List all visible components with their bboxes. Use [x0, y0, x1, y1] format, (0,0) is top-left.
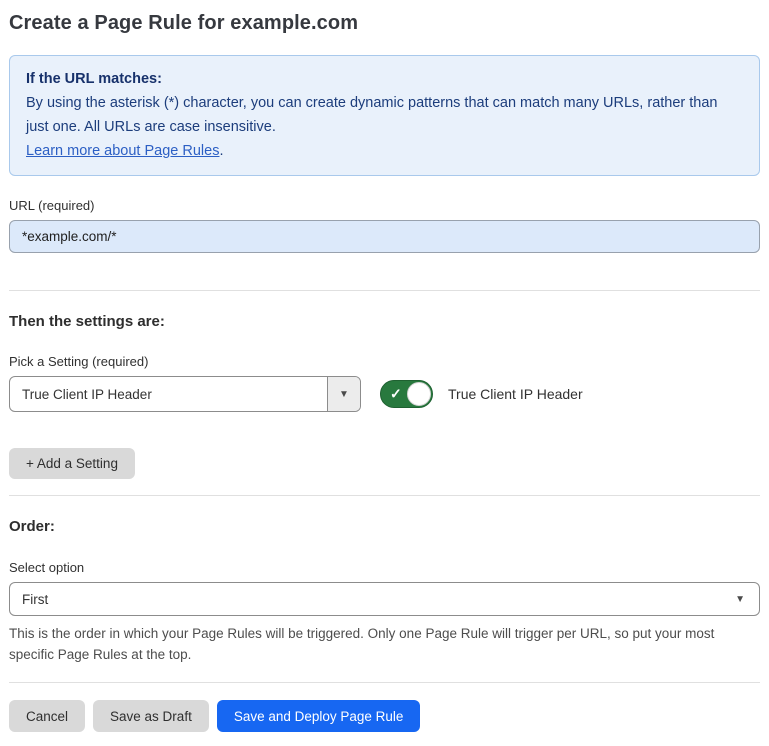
order-select[interactable]: First ▼	[9, 582, 760, 616]
setting-picker-label: Pick a Setting (required)	[9, 354, 760, 369]
add-setting-button[interactable]: + Add a Setting	[9, 448, 135, 479]
order-help-text: This is the order in which your Page Rul…	[9, 623, 754, 665]
setting-row: True Client IP Header ▼ ✓ True Client IP…	[9, 376, 760, 412]
setting-toggle-group: ✓ True Client IP Header	[380, 380, 583, 408]
settings-section-heading: Then the settings are:	[9, 313, 760, 330]
action-buttons-row: Cancel Save as Draft Save and Deploy Pag…	[9, 700, 760, 732]
cancel-button[interactable]: Cancel	[9, 700, 85, 732]
divider	[9, 290, 760, 291]
url-input[interactable]	[9, 220, 760, 253]
order-section-heading: Order:	[9, 518, 760, 535]
save-as-draft-button[interactable]: Save as Draft	[93, 700, 209, 732]
setting-toggle[interactable]: ✓	[380, 380, 433, 408]
page-title: Create a Page Rule for example.com	[9, 12, 760, 35]
chevron-down-icon: ▼	[339, 389, 349, 400]
learn-more-link[interactable]: Learn more about Page Rules	[26, 143, 219, 159]
link-suffix: .	[219, 143, 223, 159]
info-box-link-line: Learn more about Page Rules.	[26, 139, 743, 163]
url-match-info-box: If the URL matches: By using the asteris…	[9, 55, 760, 176]
info-box-body: By using the asterisk (*) character, you…	[26, 91, 743, 139]
order-select-label: Select option	[9, 560, 760, 575]
setting-select-value: True Client IP Header	[10, 377, 327, 411]
setting-toggle-label: True Client IP Header	[448, 386, 583, 402]
save-and-deploy-button[interactable]: Save and Deploy Page Rule	[217, 700, 421, 732]
chevron-down-icon: ▼	[735, 594, 745, 605]
setting-select[interactable]: True Client IP Header ▼	[9, 376, 361, 412]
divider	[9, 495, 760, 496]
order-select-value: First	[22, 592, 48, 607]
url-field-label: URL (required)	[9, 198, 760, 213]
info-box-heading: If the URL matches:	[26, 67, 743, 91]
create-page-rule-form: Create a Page Rule for example.com If th…	[0, 0, 769, 746]
setting-select-arrow-segment[interactable]: ▼	[327, 377, 360, 411]
divider	[9, 682, 760, 683]
toggle-knob	[407, 382, 431, 406]
check-icon: ✓	[390, 387, 402, 401]
